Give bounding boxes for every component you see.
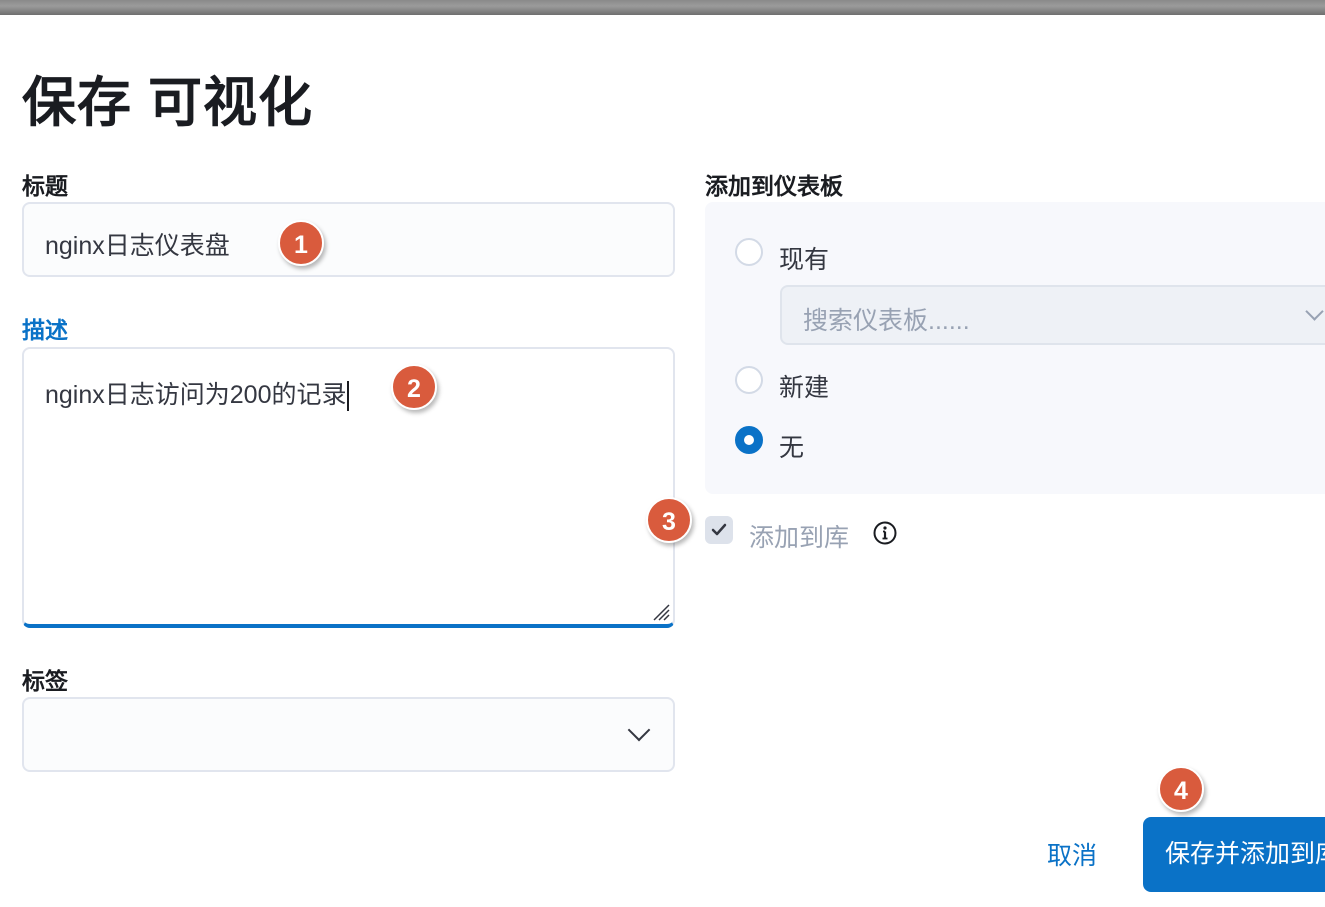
add-to-library-label: 添加到库 [749, 524, 850, 552]
modal-title: 保存 可视化 [22, 73, 314, 133]
radio-none[interactable] [735, 426, 763, 454]
step-badge-2: 2 [391, 364, 437, 410]
title-input-value: nginx日志仪表盘 [45, 232, 230, 260]
dashboard-search-select: 搜索仪表板...... [780, 285, 1325, 345]
add-to-library-checkbox[interactable] [705, 516, 733, 544]
title-label: 标题 [22, 173, 68, 199]
tags-combobox[interactable] [22, 697, 675, 772]
chevron-down-icon [627, 718, 651, 742]
check-icon [711, 523, 727, 536]
resize-grip-icon[interactable] [650, 601, 670, 621]
step-badge-4: 4 [1158, 766, 1204, 812]
radio-new[interactable] [735, 366, 763, 394]
radio-existing[interactable] [735, 238, 763, 266]
tags-label: 标签 [22, 668, 68, 694]
step-badge-1: 1 [278, 220, 324, 266]
description-textarea[interactable]: nginx日志访问为200的记录 [22, 347, 675, 628]
radio-new-label[interactable]: 新建 [779, 368, 829, 404]
description-value: nginx日志访问为200的记录 [45, 381, 347, 409]
add-to-dashboard-label: 添加到仪表板 [705, 173, 843, 199]
description-label: 描述 [22, 317, 68, 343]
dashboard-search-placeholder: 搜索仪表板...... [803, 307, 970, 335]
radio-none-label[interactable]: 无 [779, 428, 804, 464]
save-and-add-button[interactable]: 保存并添加到库 [1143, 817, 1325, 892]
cancel-button[interactable]: 取消 [1030, 832, 1114, 880]
radio-existing-label[interactable]: 现有 [779, 240, 829, 276]
title-input[interactable]: nginx日志仪表盘 [22, 202, 675, 277]
chevron-down-icon [1305, 302, 1324, 321]
step-badge-3: 3 [646, 497, 692, 543]
info-icon[interactable] [872, 520, 898, 546]
text-caret [347, 381, 350, 412]
window-top-bar [0, 0, 1325, 15]
